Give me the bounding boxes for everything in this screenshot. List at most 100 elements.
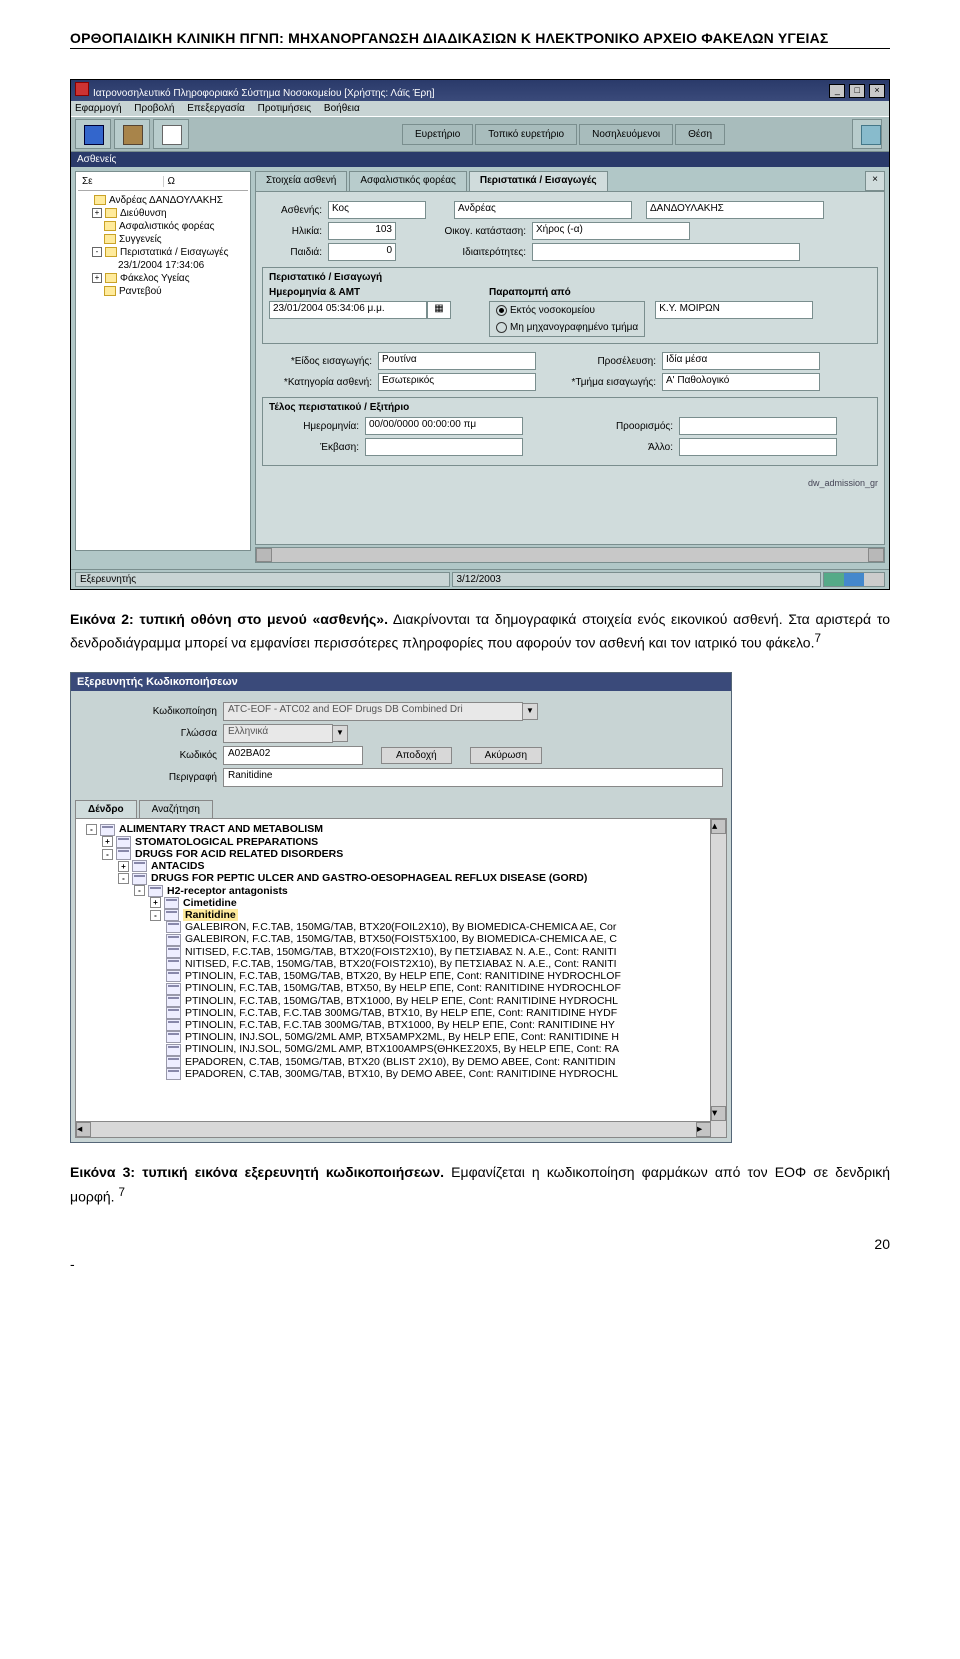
patient-tree[interactable]: Σε Ω Ανδρέας ΔΑΝΔΟΥΛΑΚΗΣ+ΔιεύθυνσηΑσφαλι…: [75, 171, 251, 551]
input-arrival[interactable]: Ιδία μέσα: [662, 352, 820, 370]
radio-nondigital[interactable]: Μη μηχανογραφημένο τμήμα: [496, 322, 638, 333]
window-titlebar: Ιατρονοσηλευτικό Πληροφοριακό Σύστημα Νο…: [71, 80, 889, 101]
input-admission-type[interactable]: Ρουτίνα: [378, 352, 536, 370]
tree-node[interactable]: -Περιστατικά / Εισαγωγές: [78, 246, 248, 259]
coding-tree-node[interactable]: EPADOREN, C.TAB, 300MG/TAB, BTX10, By DE…: [80, 1068, 706, 1080]
dropdown-language[interactable]: ▼: [332, 725, 348, 742]
coding-tree-node[interactable]: +STOMATOLOGICAL PREPARATIONS: [80, 836, 706, 848]
label-family: Οικογ. κατάσταση:: [416, 226, 532, 237]
tree-node[interactable]: Ασφαλιστικός φορέας: [78, 220, 248, 233]
page-header: ΟΡΘΟΠΑΙΔΙΚΗ ΚΛΙΝΙΚΗ ΠΓΝΠ: ΜΗΧΑΝΟΡΓΑΝΩΣΗ …: [70, 30, 890, 49]
menu-edit[interactable]: Επεξεργασία: [187, 103, 245, 114]
tab-search[interactable]: Αναζήτηση: [139, 800, 213, 818]
tree-node[interactable]: Ανδρέας ΔΑΝΔΟΥΛΑΚΗΣ: [78, 194, 248, 207]
tab-insurance[interactable]: Ασφαλιστικός φορέας: [349, 171, 467, 191]
toolbar-button-right[interactable]: [852, 119, 882, 149]
screenshot-2: Εξερευνητής Κωδικοποιήσεων Κωδικοποίηση …: [70, 672, 890, 1143]
cancel-button[interactable]: Ακύρωση: [470, 747, 542, 764]
radio-outside[interactable]: Εκτός νοσοκομείου: [496, 305, 638, 316]
input-code[interactable]: A02BA02: [223, 746, 363, 765]
tree-node[interactable]: +Διεύθυνση: [78, 207, 248, 220]
label-description: Περιγραφή: [139, 772, 223, 783]
tree-node[interactable]: +Φάκελος Υγείας: [78, 272, 248, 285]
maximize-button[interactable]: □: [849, 84, 865, 98]
tab-patient-data[interactable]: Στοιχεία ασθενή: [255, 171, 347, 191]
label-admission-dept: *Τμήμα εισαγωγής:: [566, 377, 662, 388]
toolbar-tab-4[interactable]: Θέση: [675, 124, 725, 145]
coding-tree-node[interactable]: PTINOLIN, F.C.TAB, F.C.TAB 300MG/TAB, BT…: [80, 1007, 706, 1019]
label-special: Ιδιαιτερότητες:: [416, 247, 532, 258]
app-icon: [75, 82, 89, 96]
minimize-button[interactable]: _: [829, 84, 845, 98]
input-admission-dept[interactable]: Α' Παθολογικό: [662, 373, 820, 391]
coding-tree-node[interactable]: PTINOLIN, F.C.TAB, F.C.TAB 300MG/TAB, BT…: [80, 1019, 706, 1031]
label-patient: Ασθενής:: [262, 205, 328, 216]
coding-tree-node[interactable]: PTINOLIN, F.C.TAB, 150MG/TAB, BTX1000, B…: [80, 995, 706, 1007]
tab-tree[interactable]: Δένδρο: [75, 800, 137, 818]
coding-tree-node[interactable]: PTINOLIN, INJ.SOL, 50MG/2ML AMP, BTX5AMP…: [80, 1031, 706, 1043]
horizontal-scrollbar[interactable]: [255, 547, 885, 563]
toolbar-tab-1[interactable]: Ευρετήριο: [402, 124, 473, 145]
coding-tree-node[interactable]: -DRUGS FOR PEPTIC ULCER AND GASTRO-OESOP…: [80, 872, 706, 884]
input-referral-value[interactable]: Κ.Υ. ΜΟΙΡΩΝ: [655, 301, 813, 319]
vertical-scrollbar[interactable]: ▴▾: [710, 819, 726, 1137]
input-age[interactable]: 103: [328, 222, 396, 240]
input-kids[interactable]: 0: [328, 243, 396, 261]
input-incident-date[interactable]: 23/01/2004 05:34:06 μ.μ.: [269, 301, 427, 319]
label-discharge-date: Ημερομηνία:: [269, 421, 365, 432]
input-coding[interactable]: ATC-EOF - ATC02 and EOF Drugs DB Combine…: [223, 702, 523, 721]
coding-tree-node[interactable]: GALEBIRON, F.C.TAB, 150MG/TAB, BTX20(FOI…: [80, 921, 706, 933]
toolbar-tab-3[interactable]: Νοσηλευόμενοι: [579, 124, 673, 145]
input-other[interactable]: [679, 438, 837, 456]
dropdown-coding[interactable]: ▼: [522, 703, 538, 720]
menu-view[interactable]: Προβολή: [134, 103, 174, 114]
input-title[interactable]: Κος: [328, 201, 426, 219]
form-panel: Ασθενής: Κος Ανδρέας ΔΑΝΔΟΥΛΑΚΗΣ Ηλικία:…: [255, 191, 885, 545]
date-picker-button[interactable]: ▦: [427, 301, 451, 319]
input-family[interactable]: Χήρος (-α): [532, 222, 690, 240]
coding-tree-node[interactable]: PTINOLIN, F.C.TAB, 150MG/TAB, BTX50, By …: [80, 982, 706, 994]
menu-app[interactable]: Εφαρμογή: [75, 103, 122, 114]
tab-close-button[interactable]: ×: [865, 171, 885, 191]
input-description[interactable]: Ranitidine: [223, 768, 723, 787]
coding-tree-node[interactable]: -Ranitidine: [80, 909, 706, 921]
tree-node[interactable]: Συγγενείς: [78, 233, 248, 246]
input-patient-category[interactable]: Εσωτερικός: [378, 373, 536, 391]
menu-help[interactable]: Βοήθεια: [324, 103, 360, 114]
coding-tree-node[interactable]: -DRUGS FOR ACID RELATED DISORDERS: [80, 848, 706, 860]
coding-tree-node[interactable]: +ANTACIDS: [80, 860, 706, 872]
input-special[interactable]: [532, 243, 800, 261]
coding-tree-node[interactable]: -ALIMENTARY TRACT AND METABOLISM: [80, 823, 706, 835]
coding-tree-node[interactable]: PTINOLIN, INJ.SOL, 50MG/2ML AMP, BTX100A…: [80, 1043, 706, 1055]
toolbar-button-1[interactable]: [75, 119, 111, 149]
input-outcome[interactable]: [365, 438, 523, 456]
coding-tree-node[interactable]: NITISED, F.C.TAB, 150MG/TAB, BTX20(FOIST…: [80, 958, 706, 970]
status-left: Εξερευνητής: [75, 572, 450, 587]
coding-tree-node[interactable]: PTINOLIN, F.C.TAB, 150MG/TAB, BTX20, By …: [80, 970, 706, 982]
coding-tree-node[interactable]: GALEBIRON, F.C.TAB, 150MG/TAB, BTX50(FOI…: [80, 933, 706, 945]
horizontal-scrollbar-2[interactable]: ◂▸: [76, 1121, 711, 1137]
label-other: Άλλο:: [583, 442, 679, 453]
coding-tree-node[interactable]: NITISED, F.C.TAB, 150MG/TAB, BTX20(FOIST…: [80, 946, 706, 958]
coding-tree[interactable]: -ALIMENTARY TRACT AND METABOLISM+STOMATO…: [75, 818, 727, 1138]
coding-tree-node[interactable]: +Cimetidine: [80, 897, 706, 909]
accept-button[interactable]: Αποδοχή: [381, 747, 452, 764]
tab-incidents[interactable]: Περιστατικά / Εισαγωγές: [469, 171, 608, 191]
tree-node[interactable]: 23/1/2004 17:34:06: [78, 259, 248, 272]
coding-tree-node[interactable]: -H2-receptor antagonists: [80, 885, 706, 897]
coding-tree-node[interactable]: EPADOREN, C.TAB, 150MG/TAB, BTX20 (BLIST…: [80, 1056, 706, 1068]
label-date-amt: Ημερομηνία & ΑΜΤ: [269, 287, 469, 298]
tree-node[interactable]: Ραντεβού: [78, 285, 248, 298]
input-destination[interactable]: [679, 417, 837, 435]
group-discharge: Τέλος περιστατικού / Εξιτήριο Ημερομηνία…: [262, 397, 878, 466]
toolbar-tab-2[interactable]: Τοπικό ευρετήριο: [475, 124, 577, 145]
input-discharge-date[interactable]: 00/00/0000 00:00:00 πμ: [365, 417, 523, 435]
label-destination: Προορισμός:: [583, 421, 679, 432]
toolbar-button-2[interactable]: [114, 119, 150, 149]
input-firstname[interactable]: Ανδρέας: [454, 201, 632, 219]
close-button[interactable]: ×: [869, 84, 885, 98]
toolbar-button-3[interactable]: [153, 119, 189, 149]
input-language[interactable]: Ελληνικά: [223, 724, 333, 743]
input-lastname[interactable]: ΔΑΝΔΟΥΛΑΚΗΣ: [646, 201, 824, 219]
menu-prefs[interactable]: Προτιμήσεις: [258, 103, 312, 114]
